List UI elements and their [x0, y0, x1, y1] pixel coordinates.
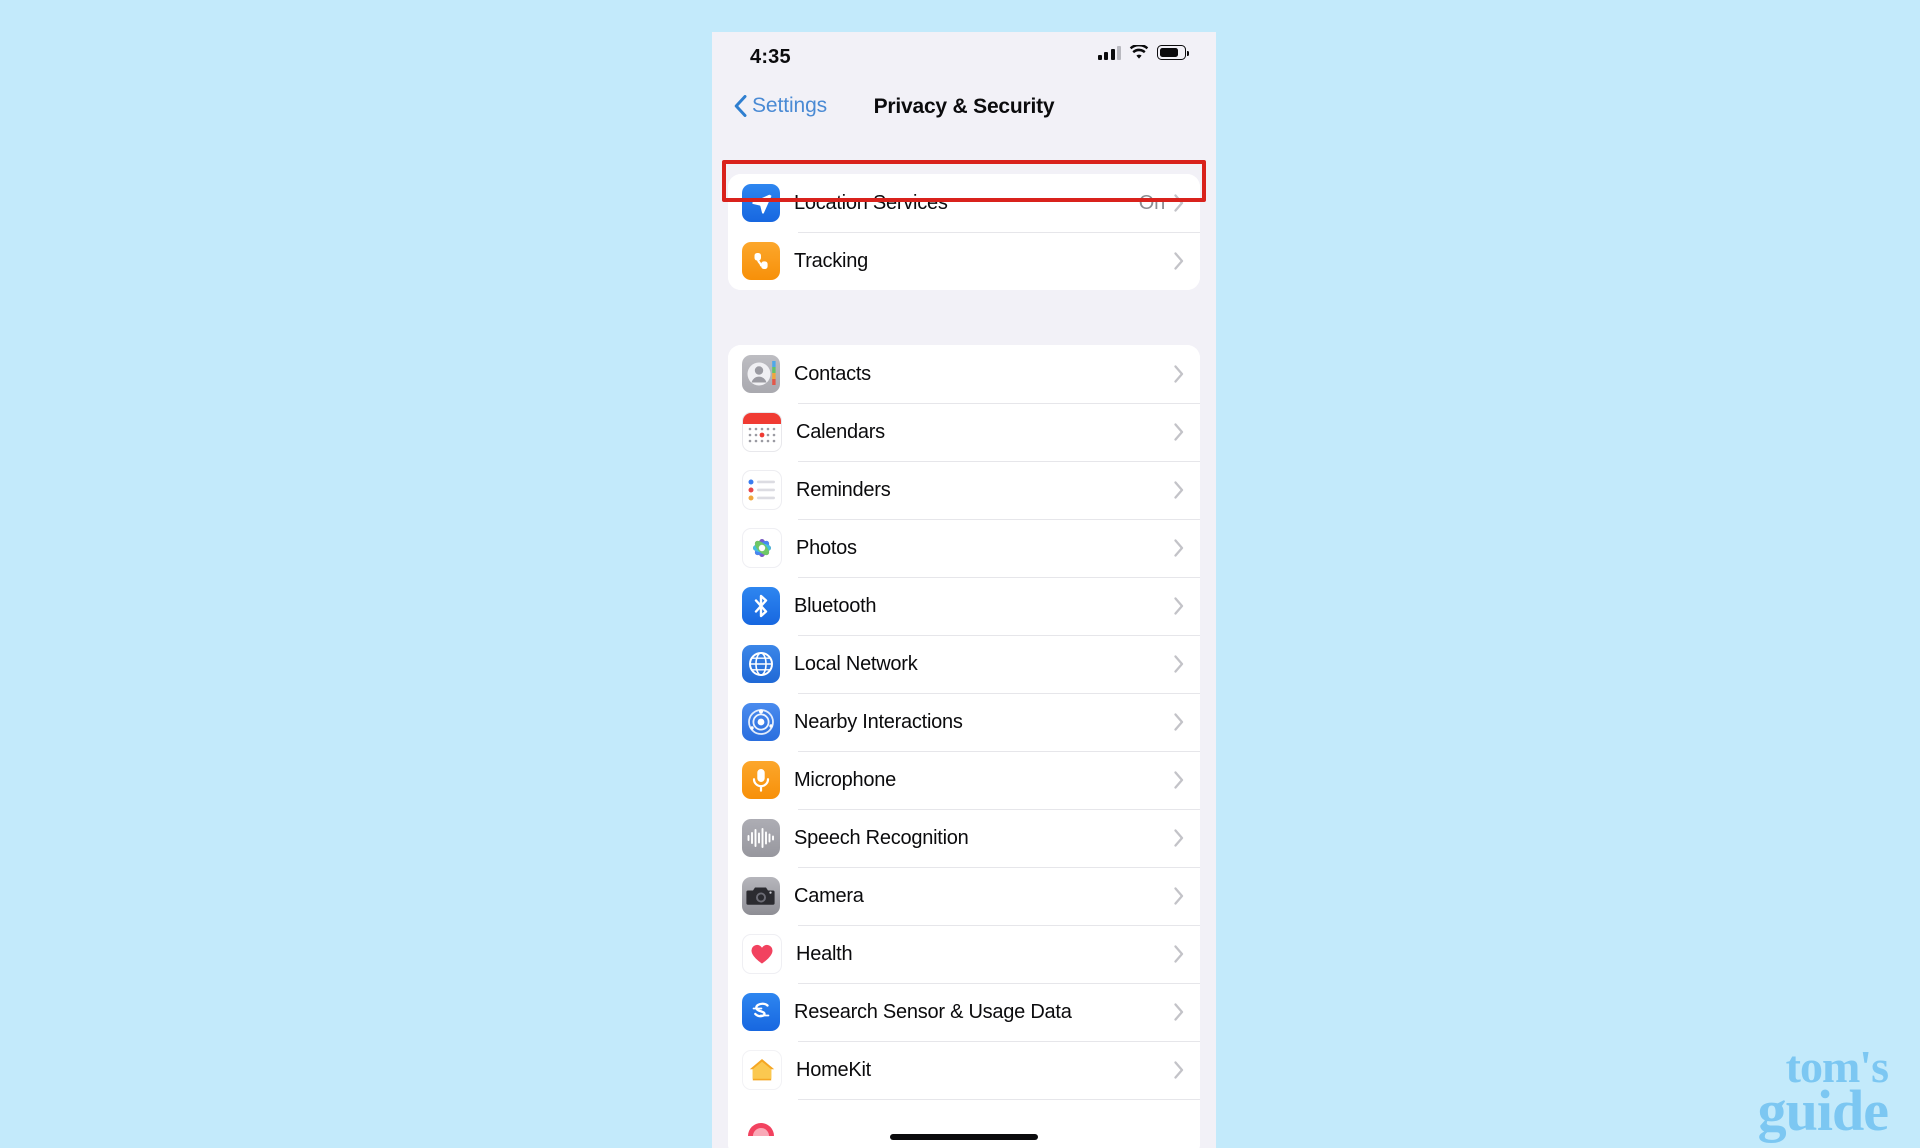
globe-icon	[742, 645, 780, 683]
location-arrow-icon	[742, 184, 780, 222]
privacy-top-group: Location Services On Tracking	[728, 174, 1200, 290]
row-location-services[interactable]: Location Services On	[728, 174, 1200, 232]
row-label: Contacts	[794, 362, 871, 385]
chevron-right-icon	[1174, 539, 1184, 557]
chevron-right-icon	[1174, 194, 1184, 212]
chevron-right-icon	[1174, 655, 1184, 673]
page-title: Privacy & Security	[873, 95, 1055, 118]
chevron-right-icon	[1174, 771, 1184, 789]
row-label: Calendars	[796, 420, 885, 443]
watermark-line-2: guide	[1757, 1078, 1889, 1144]
row-local-network[interactable]: Local Network	[728, 635, 1200, 693]
row-camera[interactable]: Camera	[728, 867, 1200, 925]
toms-guide-watermark: tom's guide	[1732, 1043, 1889, 1144]
chevron-right-icon	[1174, 365, 1184, 383]
chevron-right-icon	[1174, 887, 1184, 905]
row-label: HomeKit	[796, 1058, 871, 1081]
camera-icon	[742, 877, 780, 915]
chevron-right-icon	[1174, 597, 1184, 615]
chevron-right-icon	[1174, 423, 1184, 441]
screenshot-canvas: 4:35 Settings Privacy & Security Locatio…	[0, 0, 1920, 1148]
microphone-icon	[742, 761, 780, 799]
bluetooth-icon	[742, 587, 780, 625]
row-label: Bluetooth	[794, 594, 877, 617]
row-nearby-interactions[interactable]: Nearby Interactions	[728, 693, 1200, 751]
row-microphone[interactable]: Microphone	[728, 751, 1200, 809]
row-value: On	[1138, 191, 1165, 214]
waveform-icon	[742, 819, 780, 857]
row-speech-recognition[interactable]: Speech Recognition	[728, 809, 1200, 867]
row-label: Camera	[794, 884, 864, 907]
row-label: Nearby Interactions	[794, 710, 963, 733]
row-label: Reminders	[796, 478, 891, 501]
row-contacts[interactable]: Contacts	[728, 345, 1200, 403]
music-icon	[742, 1109, 780, 1147]
reminders-icon	[742, 470, 782, 510]
house-icon	[742, 1050, 782, 1090]
chevron-right-icon	[1174, 1003, 1184, 1021]
row-label: Microphone	[794, 768, 897, 791]
row-label: Photos	[796, 536, 857, 559]
row-photos[interactable]: Photos	[728, 519, 1200, 577]
status-bar-indicators	[1097, 45, 1189, 60]
chevron-right-icon	[1174, 481, 1184, 499]
chevron-right-icon	[1174, 945, 1184, 963]
home-indicator-bar	[890, 1134, 1038, 1140]
privacy-permissions-group: Contacts Calendars Reminders Photos Blue…	[728, 345, 1200, 1148]
row-label: Health	[796, 942, 853, 965]
wifi-icon	[1129, 45, 1149, 59]
row-label: Tracking	[794, 249, 868, 272]
row-bluetooth[interactable]: Bluetooth	[728, 577, 1200, 635]
row-calendars[interactable]: Calendars	[728, 403, 1200, 461]
row-label: Local Network	[794, 652, 918, 675]
chevron-right-icon	[1174, 713, 1184, 731]
calendar-icon	[742, 412, 782, 452]
nav-bar: Settings Privacy & Security	[712, 84, 1216, 146]
row-health[interactable]: Health	[728, 925, 1200, 983]
row-label: Speech Recognition	[794, 826, 969, 849]
row-homekit[interactable]: HomeKit	[728, 1041, 1200, 1099]
row-tracking[interactable]: Tracking	[728, 232, 1200, 290]
row-reminders[interactable]: Reminders	[728, 461, 1200, 519]
nearby-interactions-icon	[742, 703, 780, 741]
row-partial-cutoff[interactable]	[728, 1099, 1200, 1148]
row-label: Research Sensor & Usage Data	[794, 1000, 1072, 1023]
cellular-signal-icon	[1097, 45, 1121, 60]
contacts-icon	[742, 355, 780, 393]
research-sensor-icon	[742, 993, 780, 1031]
chevron-right-icon	[1174, 829, 1184, 847]
status-bar-time: 4:35	[750, 46, 791, 68]
row-research-sensor-usage-data[interactable]: Research Sensor & Usage Data	[728, 983, 1200, 1041]
row-label: Location Services	[794, 191, 948, 214]
tracking-footprint-icon	[742, 242, 780, 280]
photos-pinwheel-icon	[742, 528, 782, 568]
status-bar: 4:35	[712, 32, 1216, 84]
chevron-right-icon	[1174, 1061, 1184, 1079]
heart-icon	[742, 934, 782, 974]
iphone-screen: 4:35 Settings Privacy & Security Locatio…	[712, 32, 1216, 1148]
chevron-right-icon	[1174, 252, 1184, 270]
battery-icon	[1157, 45, 1189, 60]
